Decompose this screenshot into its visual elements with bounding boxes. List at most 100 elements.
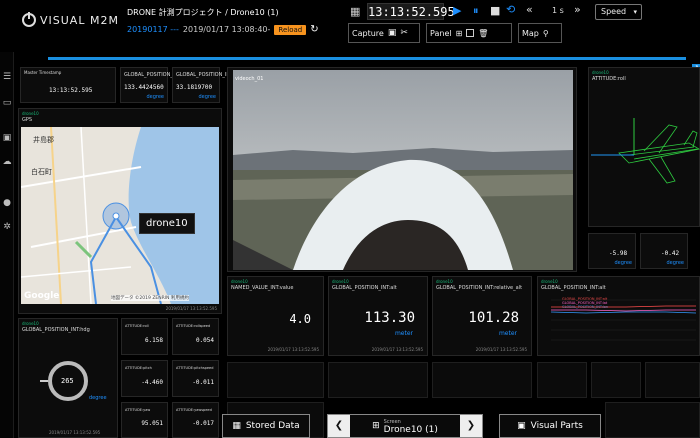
speed-label: Speed	[601, 7, 627, 16]
trash-icon[interactable]: 🗑	[478, 29, 488, 38]
pitch-small-panel: -0.42 degree	[640, 233, 688, 269]
empty-panel[interactable]	[227, 362, 324, 398]
lat-value: 33.1819700	[176, 84, 213, 91]
left-sidebar: ▦ ☰ ▭ ▣ ☁ ● ✲	[0, 0, 14, 438]
map-place-2: 白石町	[31, 168, 52, 176]
hdg-unit: degree	[89, 395, 107, 401]
panel-add-icon[interactable]: ⊞	[456, 29, 463, 38]
page-title: DRONE 計測プロジェクト / Drone10 (1)	[127, 8, 279, 17]
cloud-icon[interactable]: ☁	[2, 157, 12, 167]
m5-value: 95.051	[141, 420, 163, 427]
capture-label: Capture	[352, 28, 384, 38]
forward-icon[interactable]: »	[574, 4, 581, 15]
lon-value: 133.4424560	[124, 84, 164, 91]
google-logo: Google	[24, 291, 60, 301]
empty-panel[interactable]	[591, 362, 641, 398]
empty-panel[interactable]	[328, 362, 428, 398]
reload-button[interactable]: Reload	[274, 24, 307, 35]
m6-value: -0.017	[192, 420, 214, 427]
table-icon[interactable]: ☰	[2, 72, 12, 82]
visual-parts-button[interactable]: ▣ Visual Parts	[499, 414, 601, 438]
drone-callout[interactable]: drone10	[139, 213, 195, 234]
checkbox-icon[interactable]	[466, 29, 475, 37]
save-icon[interactable]: ▣	[2, 133, 12, 143]
map-copyright[interactable]: 地図データ ©2019 ZENRIN 利用規約	[111, 295, 189, 301]
m1-label: ATTITUDE:roll	[125, 324, 149, 328]
alt-unit: meter	[394, 330, 413, 337]
m1-panel: ATTITUDE:roll 6.158	[121, 318, 168, 355]
map-label: Map	[522, 28, 539, 38]
relalt-value: 101.28	[468, 310, 519, 326]
panel-label: Panel	[430, 28, 452, 38]
screen-text: Screen Drone10 (1)	[384, 418, 438, 435]
roll-small-unit: degree	[614, 260, 632, 266]
timestamp-value: 13:13:52.595	[49, 87, 93, 94]
pause-icon[interactable]: ⏸	[473, 5, 479, 16]
m4-value: -0.011	[192, 379, 214, 386]
gps-timestamp: 2019/01/17 13:13:52.595	[165, 306, 217, 311]
screen-selector: ❮ ⊞ Screen Drone10 (1) ❯	[327, 414, 483, 438]
step-size[interactable]: 1 s	[552, 6, 564, 15]
m4-panel: ATTITUDE:pitchspeed -0.011	[172, 360, 219, 397]
m6-panel: ATTITUDE:yawspeed -0.017	[172, 402, 219, 438]
empty-panel[interactable]	[432, 362, 532, 398]
chart-icon[interactable]: ▭	[2, 98, 12, 108]
prev-screen-button[interactable]: ❮	[328, 415, 350, 437]
map-pin-icon[interactable]: ⚲	[543, 29, 549, 38]
named-value: 4.0	[289, 312, 311, 326]
stop-icon[interactable]: ■	[490, 5, 500, 16]
attitude-label: ATTITUDE:roll	[592, 76, 626, 82]
lat-unit: degree	[198, 94, 216, 100]
roll-small-panel: -5.98 degree	[588, 233, 636, 269]
relalt-label: GLOBAL_POSITION_INT:relative_alt	[436, 285, 523, 291]
alt-label: GLOBAL_POSITION_INT:alt	[332, 285, 397, 291]
gear-icon[interactable]: ✲	[2, 222, 12, 232]
calendar-icon[interactable]: ▦	[350, 6, 360, 17]
m1-value: 6.158	[144, 337, 163, 344]
empty-panel[interactable]	[645, 362, 700, 398]
date-line: 20190117 --- 2019/01/17 13:08:40- Reload…	[127, 24, 319, 35]
screen-icon: ⊞	[372, 421, 380, 431]
m5-panel: ATTITUDE:yaw 95.051	[121, 402, 168, 438]
logo-text: VISUAL M2M	[40, 13, 119, 27]
m3-label: ATTITUDE:pitch	[125, 366, 152, 370]
visual-parts-label: Visual Parts	[530, 421, 583, 431]
next-screen-button[interactable]: ❯	[459, 415, 482, 437]
empty-panel[interactable]	[605, 402, 700, 438]
scissors-icon[interactable]: ✂	[400, 28, 408, 38]
chart-head: drone10	[541, 279, 558, 284]
refresh-icon[interactable]: ↻	[310, 24, 318, 35]
rewind-icon[interactable]: «	[526, 4, 533, 15]
stored-data-icon: ▦	[232, 421, 241, 431]
empty-panel[interactable]	[537, 362, 587, 398]
panel-group: Panel ⊞ 🗑	[426, 23, 512, 43]
loop-icon[interactable]: ⟲	[506, 4, 515, 15]
visual-parts-icon: ▣	[517, 421, 526, 431]
named-timestamp: 2019/01/17 13:13:52.595	[267, 347, 319, 352]
video-label: videoch_01	[235, 76, 264, 82]
date-code[interactable]: 20190117 ---	[127, 25, 179, 34]
relalt-timestamp: 2019/01/17 13:13:52.595	[475, 347, 527, 352]
m3-panel: ATTITUDE:pitch -4.460	[121, 360, 168, 397]
stored-data-button[interactable]: ▦ Stored Data	[222, 414, 310, 438]
m4-label: ATTITUDE:pitchspeed	[176, 366, 214, 370]
video-image	[233, 70, 573, 270]
gps-map[interactable]: 井島郡 白石町 drone10 Google 地図データ ©2019 ZENRI…	[21, 127, 219, 304]
relalt-head: drone10	[436, 279, 453, 284]
capture-group: Capture ▣ ✂	[348, 23, 420, 43]
play-icon[interactable]: ▶	[453, 5, 461, 16]
speed-select[interactable]: Speed ▾	[595, 4, 642, 20]
alt-panel: drone10 GLOBAL_POSITION_INT:alt 113.30 m…	[328, 276, 428, 356]
camera-icon[interactable]: ▣	[388, 28, 397, 38]
video-frame[interactable]: videoch_01	[233, 70, 573, 270]
timeline-bar[interactable]	[48, 57, 686, 60]
compass-needle	[40, 380, 48, 382]
hdg-value: 265	[61, 377, 74, 385]
gps-panel: drone10 GPS 井島郡 白石町 drone10 Google 地図データ…	[18, 108, 222, 314]
chevron-down-icon: ▾	[633, 8, 637, 16]
user-icon[interactable]: ●	[2, 198, 12, 208]
stored-data-label: Stored Data	[245, 421, 300, 431]
relalt-panel: drone10 GLOBAL_POSITION_INT:relative_alt…	[432, 276, 532, 356]
gps-head: drone10	[22, 111, 39, 116]
chart-plot	[550, 299, 696, 341]
